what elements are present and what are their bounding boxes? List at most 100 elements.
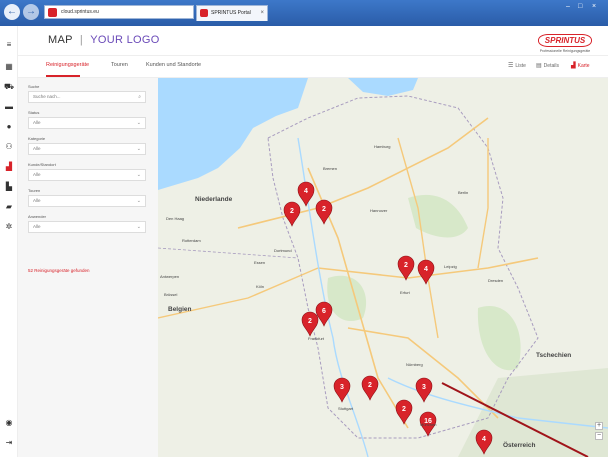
user-icon[interactable]: ● [4, 122, 14, 132]
truck-icon[interactable]: ▬ [4, 102, 14, 112]
marker-count: 2 [308, 318, 312, 325]
marker-count: 2 [404, 262, 408, 269]
zoom-out-button[interactable]: − [595, 432, 603, 440]
report-icon[interactable]: ▙ [4, 182, 14, 192]
chevron-down-icon: ⌄ [136, 120, 141, 126]
side-rail: ≡ ▦ ⛟ ▬ ● ⚇ ▟ ▙ ▰ ✲ ◉ ⇥ [0, 26, 18, 457]
map-canvas[interactable]: 42 224263 2 32164 [158, 78, 608, 457]
details-icon: ▤ [536, 63, 542, 69]
menu-icon[interactable]: ≡ [4, 40, 14, 50]
city-stuttgart: Stuttgart [338, 406, 354, 411]
label-belgien: Belgien [168, 306, 192, 313]
search-label: Suche [28, 84, 40, 89]
settings-gear-icon[interactable]: ✲ [4, 222, 14, 232]
map-view[interactable]: 4 2 2 2 4 2 6 3 2 3 2 16 4 Niederlande Belgien Tsche… [158, 78, 608, 457]
marker-count: 6 [322, 308, 326, 315]
title-separator: | [79, 34, 84, 46]
app-window: ≡ ▦ ⛟ ▬ ● ⚇ ▟ ▙ ▰ ✲ ◉ ⇥ MAP | YOUR LOGO … [0, 26, 608, 457]
city-den-haag: Den Haag [166, 216, 185, 221]
marker-count: 2 [322, 206, 326, 213]
maximize-icon[interactable]: □ [578, 3, 582, 10]
tab-title: SPRINTUS Portal [211, 10, 251, 16]
label-oesterreich: Österreich [503, 442, 536, 449]
chevron-down-icon: ⌄ [136, 198, 141, 204]
account-icon[interactable]: ◉ [4, 418, 14, 428]
city-frankfurt: Frankfurt [308, 336, 325, 341]
filter-label-kategorie: Kategorie [28, 136, 46, 141]
city-leipzig: Leipzig [444, 264, 457, 269]
forward-button[interactable]: → [23, 4, 39, 20]
brand-name: SPRINTUS [537, 34, 593, 47]
address-url: cloud.sprintus.eu [61, 9, 99, 15]
search-input[interactable]: Suche nach... ⌕ [28, 91, 146, 103]
filter-select-status[interactable]: Alle ⌄ [28, 117, 146, 129]
brand-logo: SPRINTUS Professionelle Reinigungsgeräte [534, 30, 596, 53]
filter-panel: Suche Suche nach... ⌕ Status Alle ⌄ Kateg… [18, 78, 158, 457]
view-map-button[interactable]: ▟ Karte [571, 62, 590, 69]
marker-count: 3 [340, 384, 344, 391]
city-rotterdam: Rotterdam [182, 238, 201, 243]
tab-close-icon[interactable]: × [260, 6, 264, 21]
browser-titlebar: ← → cloud.sprintus.eu SPRINTUS Portal × … [0, 0, 608, 26]
machine-icon[interactable]: ⛟ [4, 82, 14, 92]
view-list-label: Liste [515, 63, 526, 69]
filter-label-status: Status [28, 110, 40, 115]
chart-icon[interactable]: ▟ [4, 162, 14, 172]
page-header: MAP | YOUR LOGO SPRINTUS Professionelle … [18, 26, 608, 56]
filter-select-kategorie[interactable]: Alle ⌄ [28, 143, 146, 155]
filter-select-anwender[interactable]: Alle ⌄ [28, 221, 146, 233]
minimize-icon[interactable]: – [566, 3, 570, 10]
marker-count: 4 [482, 436, 486, 443]
tab-reinigungsgeraete[interactable]: Reinigungsgeräte [46, 62, 89, 68]
window-close-icon[interactable]: × [592, 3, 596, 10]
active-tab-indicator [46, 75, 80, 77]
marker-count: 2 [368, 382, 372, 389]
site-favicon-icon [48, 8, 57, 17]
marker-count: 3 [422, 384, 426, 391]
city-berlin: Berlin [458, 190, 469, 195]
city-dortmund: Dortmund [274, 248, 292, 253]
filter-select-touren[interactable]: Alle ⌄ [28, 195, 146, 207]
city-bruessel: Brüssel [164, 292, 178, 297]
tab-favicon-icon [200, 9, 208, 17]
view-details-button[interactable]: ▤ Details [536, 62, 559, 69]
filter-value: Alle [33, 146, 41, 151]
filter-label-anwender: Anwender [28, 214, 47, 219]
marker-count: 2 [402, 406, 406, 413]
filter-select-kunde[interactable]: Alle ⌄ [28, 169, 146, 181]
address-bar[interactable]: cloud.sprintus.eu [44, 5, 194, 19]
logo-placeholder: YOUR LOGO [90, 34, 160, 46]
tab-kunden-standorte[interactable]: Kunden und Standorte [146, 62, 201, 68]
users-icon[interactable]: ⚇ [4, 142, 14, 152]
label-niederlande: Niederlande [195, 196, 233, 203]
dashboard-icon[interactable]: ▦ [4, 62, 14, 72]
city-muenchen: München [420, 422, 437, 427]
chevron-down-icon: ⌄ [136, 172, 141, 178]
chevron-down-icon: ⌄ [136, 224, 141, 230]
zoom-in-button[interactable]: + [595, 422, 603, 430]
page-title-text: MAP [48, 34, 73, 46]
city-nuernberg: Nürnberg [406, 362, 423, 367]
view-map-label: Karte [577, 63, 590, 69]
city-hannover: Hannover [370, 208, 388, 213]
marker-count: 4 [304, 188, 308, 195]
city-antwerpen: Antwerpen [160, 274, 180, 279]
view-details-label: Details [543, 63, 559, 69]
logout-icon[interactable]: ⇥ [4, 438, 14, 448]
chevron-down-icon: ⌄ [136, 146, 141, 152]
city-dresden: Dresden [488, 278, 504, 283]
search-icon: ⌕ [138, 94, 141, 100]
map-chart-icon: ▟ [571, 63, 576, 69]
city-koeln: Köln [256, 284, 265, 289]
marker-count: 4 [424, 266, 428, 273]
result-count: 52 Reinigungsgeräte gefunden [28, 268, 90, 273]
view-list-button[interactable]: ☰ Liste [508, 62, 526, 69]
browser-tab[interactable]: SPRINTUS Portal × [196, 5, 268, 21]
search-placeholder: Suche nach... [33, 94, 61, 99]
city-essen: Essen [254, 260, 266, 265]
back-button[interactable]: ← [4, 4, 20, 20]
filter-value: Alle [33, 120, 41, 125]
tab-bar: Reinigungsgeräte Touren Kunden und Stand… [18, 56, 608, 78]
briefcase-icon[interactable]: ▰ [4, 202, 14, 212]
tab-touren[interactable]: Touren [111, 62, 128, 68]
